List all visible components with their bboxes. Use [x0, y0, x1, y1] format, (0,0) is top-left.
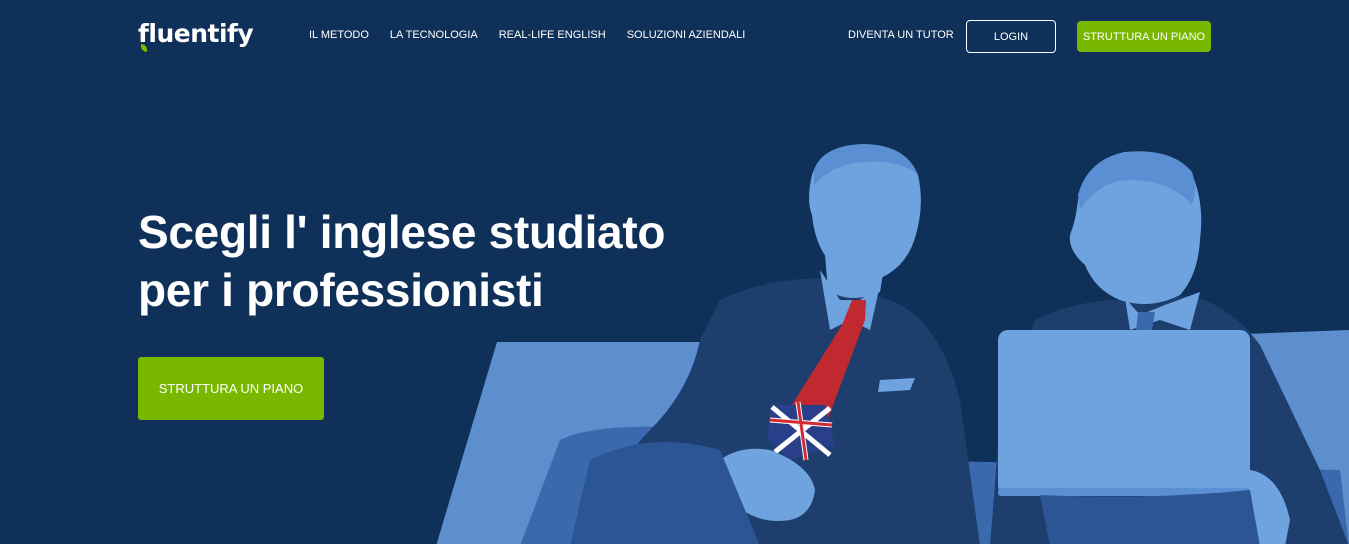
right-man-tie	[1136, 312, 1155, 330]
fluentify-logo[interactable]: fluentify	[138, 14, 254, 54]
become-tutor-link[interactable]: DIVENTA UN TUTOR	[848, 26, 954, 44]
login-button[interactable]: LOGIN	[966, 20, 1056, 53]
right-man-legs	[1040, 490, 1260, 546]
landing-page: fluentify IL METODO LA TECNOLOGIA REAL-L…	[0, 0, 1349, 546]
main-nav: IL METODO LA TECNOLOGIA REAL-LIFE ENGLIS…	[309, 26, 745, 44]
hero-title-line-2: per i professionisti	[138, 264, 544, 316]
hero-plan-button[interactable]: STRUTTURA UN PIANO	[138, 357, 324, 420]
left-man-pocket-square	[878, 378, 915, 392]
logo-text: fluentify	[138, 19, 254, 48]
nav-link-la-tecnologia[interactable]: LA TECNOLOGIA	[390, 26, 478, 44]
tie-flag	[768, 401, 835, 461]
nav-link-soluzioni-aziendali[interactable]: SOLUZIONI AZIENDALI	[627, 26, 746, 44]
nav-link-il-metodo[interactable]: IL METODO	[309, 26, 369, 44]
hero-title: Scegli l' inglese studiato per i profess…	[138, 203, 738, 319]
hero-title-line-1: Scegli l' inglese studiato	[138, 206, 666, 258]
laptop	[998, 330, 1250, 495]
nav-link-real-life-english[interactable]: REAL-LIFE ENGLISH	[499, 26, 606, 44]
nav-plan-button[interactable]: STRUTTURA UN PIANO	[1077, 21, 1211, 52]
